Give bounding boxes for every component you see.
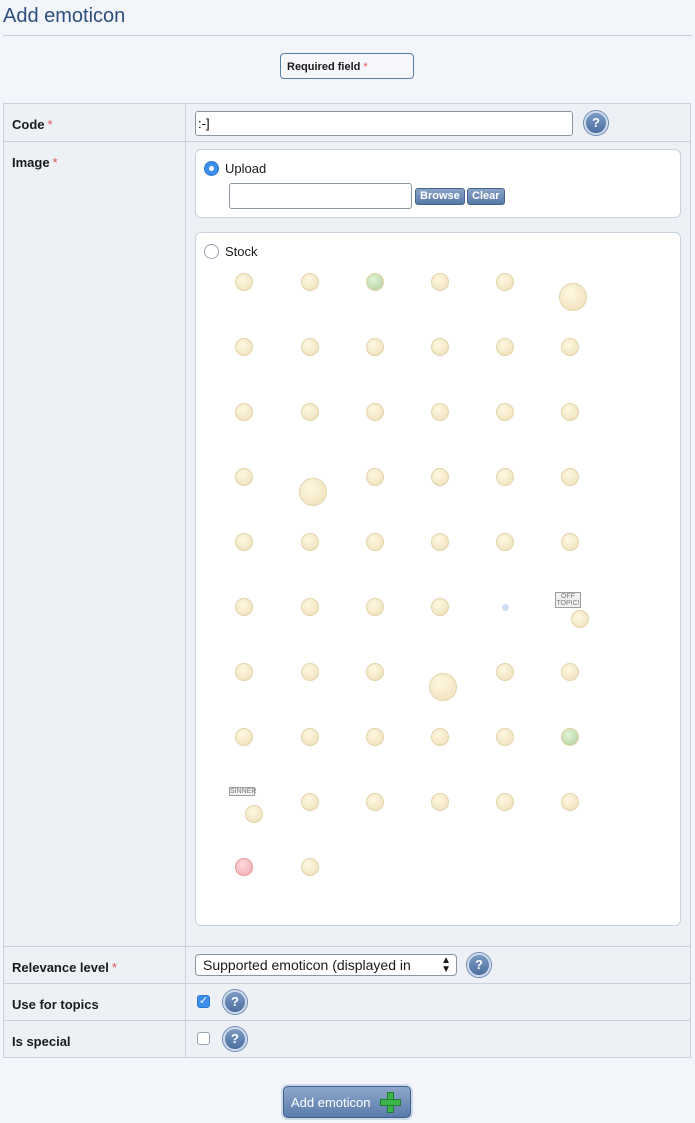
stock-radio[interactable] [204,244,219,259]
relevance-row: Relevance level * Supported emoticon (dis… [4,947,690,984]
stock-label: Stock [225,244,258,259]
emoticon-smile-2-icon[interactable] [301,793,319,811]
emoticon-headphones-icon[interactable] [366,793,384,811]
plus-icon [380,1092,401,1113]
emoticon-girl-icon[interactable] [235,403,253,421]
emoticon-ninja-icon[interactable] [366,598,384,616]
emoticon-off-topic-icon[interactable] [571,610,589,628]
upload-file-input[interactable] [229,183,412,209]
code-label: Code * [4,104,186,141]
upload-label: Upload [225,161,267,176]
upload-radio[interactable] [204,161,219,176]
use-for-topics-row: Use for topics ? [4,984,690,1021]
emoticon-angel-icon[interactable] [235,273,253,291]
code-help-icon[interactable]: ? [584,111,608,135]
relevance-label: Relevance level * [4,947,186,983]
emoticon-bomb-icon[interactable] [429,673,457,701]
emoticon-dot-icon[interactable] [502,604,509,611]
emoticon-idea-icon[interactable] [366,533,384,551]
required-field-label: Required field [287,61,361,73]
emoticon-rabbit-icon[interactable] [496,728,514,746]
required-star: * [111,960,117,975]
emoticon-surprised-icon[interactable] [366,468,384,486]
emoticon-hand-mouth-icon[interactable] [431,468,449,486]
emoticon-shock-icon[interactable] [431,728,449,746]
image-label: Image * [4,142,186,946]
emoticon-balloons-icon[interactable] [366,273,384,291]
emoticon-happy-icon[interactable] [496,533,514,551]
sinner-sign: SINNER [229,787,257,796]
required-star: * [363,61,368,73]
select-arrows-icon: ▲ ▼ [441,955,451,975]
use-for-topics-help-icon[interactable]: ? [223,990,247,1014]
emoticon-smile-3-icon[interactable] [561,793,579,811]
emoticon-wave-icon[interactable] [235,533,253,551]
relevance-select[interactable]: Supported emoticon (displayed in ▲ ▼ [195,954,457,976]
page-title: Add emoticon [3,5,126,27]
emoticon-heart-icon[interactable] [235,858,253,876]
emoticon-bald-icon[interactable] [431,793,449,811]
emoticon-blush-icon[interactable] [496,273,514,291]
emoticon-angry-icon[interactable] [301,273,319,291]
emoticon-whistle-icon[interactable] [301,858,319,876]
emoticon-wink-eye-icon[interactable] [496,793,514,811]
title-divider [3,35,692,36]
emoticon-smile-icon[interactable] [561,403,579,421]
emoticon-santa-icon[interactable] [301,338,319,356]
browse-button[interactable]: Browse [415,188,465,205]
use-for-topics-checkbox[interactable] [197,994,210,1008]
upload-panel: Upload Browse Clear [195,149,681,218]
emoticon-guitar-icon[interactable] [561,468,579,486]
is-special-help-icon[interactable]: ? [223,1027,247,1051]
stock-panel: Stock OFF TOPIC! SINNER [195,232,681,926]
emoticon-confused-icon[interactable] [431,338,449,356]
emoticon-blink-icon[interactable] [431,273,449,291]
is-special-label: Is special [4,1021,186,1057]
use-for-topics-label: Use for topics [4,984,186,1020]
emoticon-cool-icon[interactable] [496,338,514,356]
emoticon-devil-icon[interactable] [431,403,449,421]
emoticon-sleepy-icon[interactable] [235,598,253,616]
code-row: Code* ? [4,104,690,142]
off-topic-sign: OFF TOPIC! [555,592,581,608]
emoticon-crown-icon[interactable] [431,533,449,551]
emoticon-party-icon[interactable] [235,663,253,681]
emoticon-grin-icon[interactable] [235,338,253,356]
required-field-legend: Required field * [280,53,414,79]
add-emoticon-button[interactable]: Add emoticon [283,1086,411,1118]
emoticon-sinner-icon[interactable] [245,805,263,823]
emoticon-glasses-icon[interactable] [301,598,319,616]
emoticon-girl-hair-icon[interactable] [301,533,319,551]
emoticon-laugh-icon[interactable] [561,533,579,551]
is-special-row: Is special ? [4,1021,690,1057]
emoticon-dizzy-icon[interactable] [496,403,514,421]
emoticon-eek-icon[interactable] [366,728,384,746]
required-star: * [47,117,53,132]
emoticon-tv-icon[interactable] [366,338,384,356]
emoticon-shades-icon[interactable] [301,663,319,681]
emoticon-form: Code* ? Image* Upload Browse Clear Stock [3,103,691,1058]
emoticon-frown-brows-icon[interactable] [301,728,319,746]
image-row: Image * Upload Browse Clear Stock OFF TOP… [4,142,690,947]
emoticon-sad-icon[interactable] [366,663,384,681]
is-special-checkbox[interactable] [197,1032,210,1045]
emoticon-sneeze-icon[interactable] [235,468,253,486]
clear-button[interactable]: Clear [467,188,505,205]
emoticon-neutral-icon[interactable] [366,403,384,421]
required-star: * [52,155,58,170]
code-input[interactable] [195,111,573,136]
emoticon-fishing-icon[interactable] [299,478,327,506]
emoticon-tongue-icon[interactable] [496,468,514,486]
emoticon-sick-icon[interactable] [561,728,579,746]
emoticon-crazy-hair-icon[interactable] [496,663,514,681]
relevance-help-icon[interactable]: ? [467,953,491,977]
emoticon-cat-icon[interactable] [301,403,319,421]
emoticon-cowboy-icon[interactable] [561,338,579,356]
emoticon-boat-icon[interactable] [559,283,587,311]
emoticon-frown-icon[interactable] [235,728,253,746]
emoticon-shy-icon[interactable] [431,598,449,616]
emoticon-smirk-icon[interactable] [561,663,579,681]
